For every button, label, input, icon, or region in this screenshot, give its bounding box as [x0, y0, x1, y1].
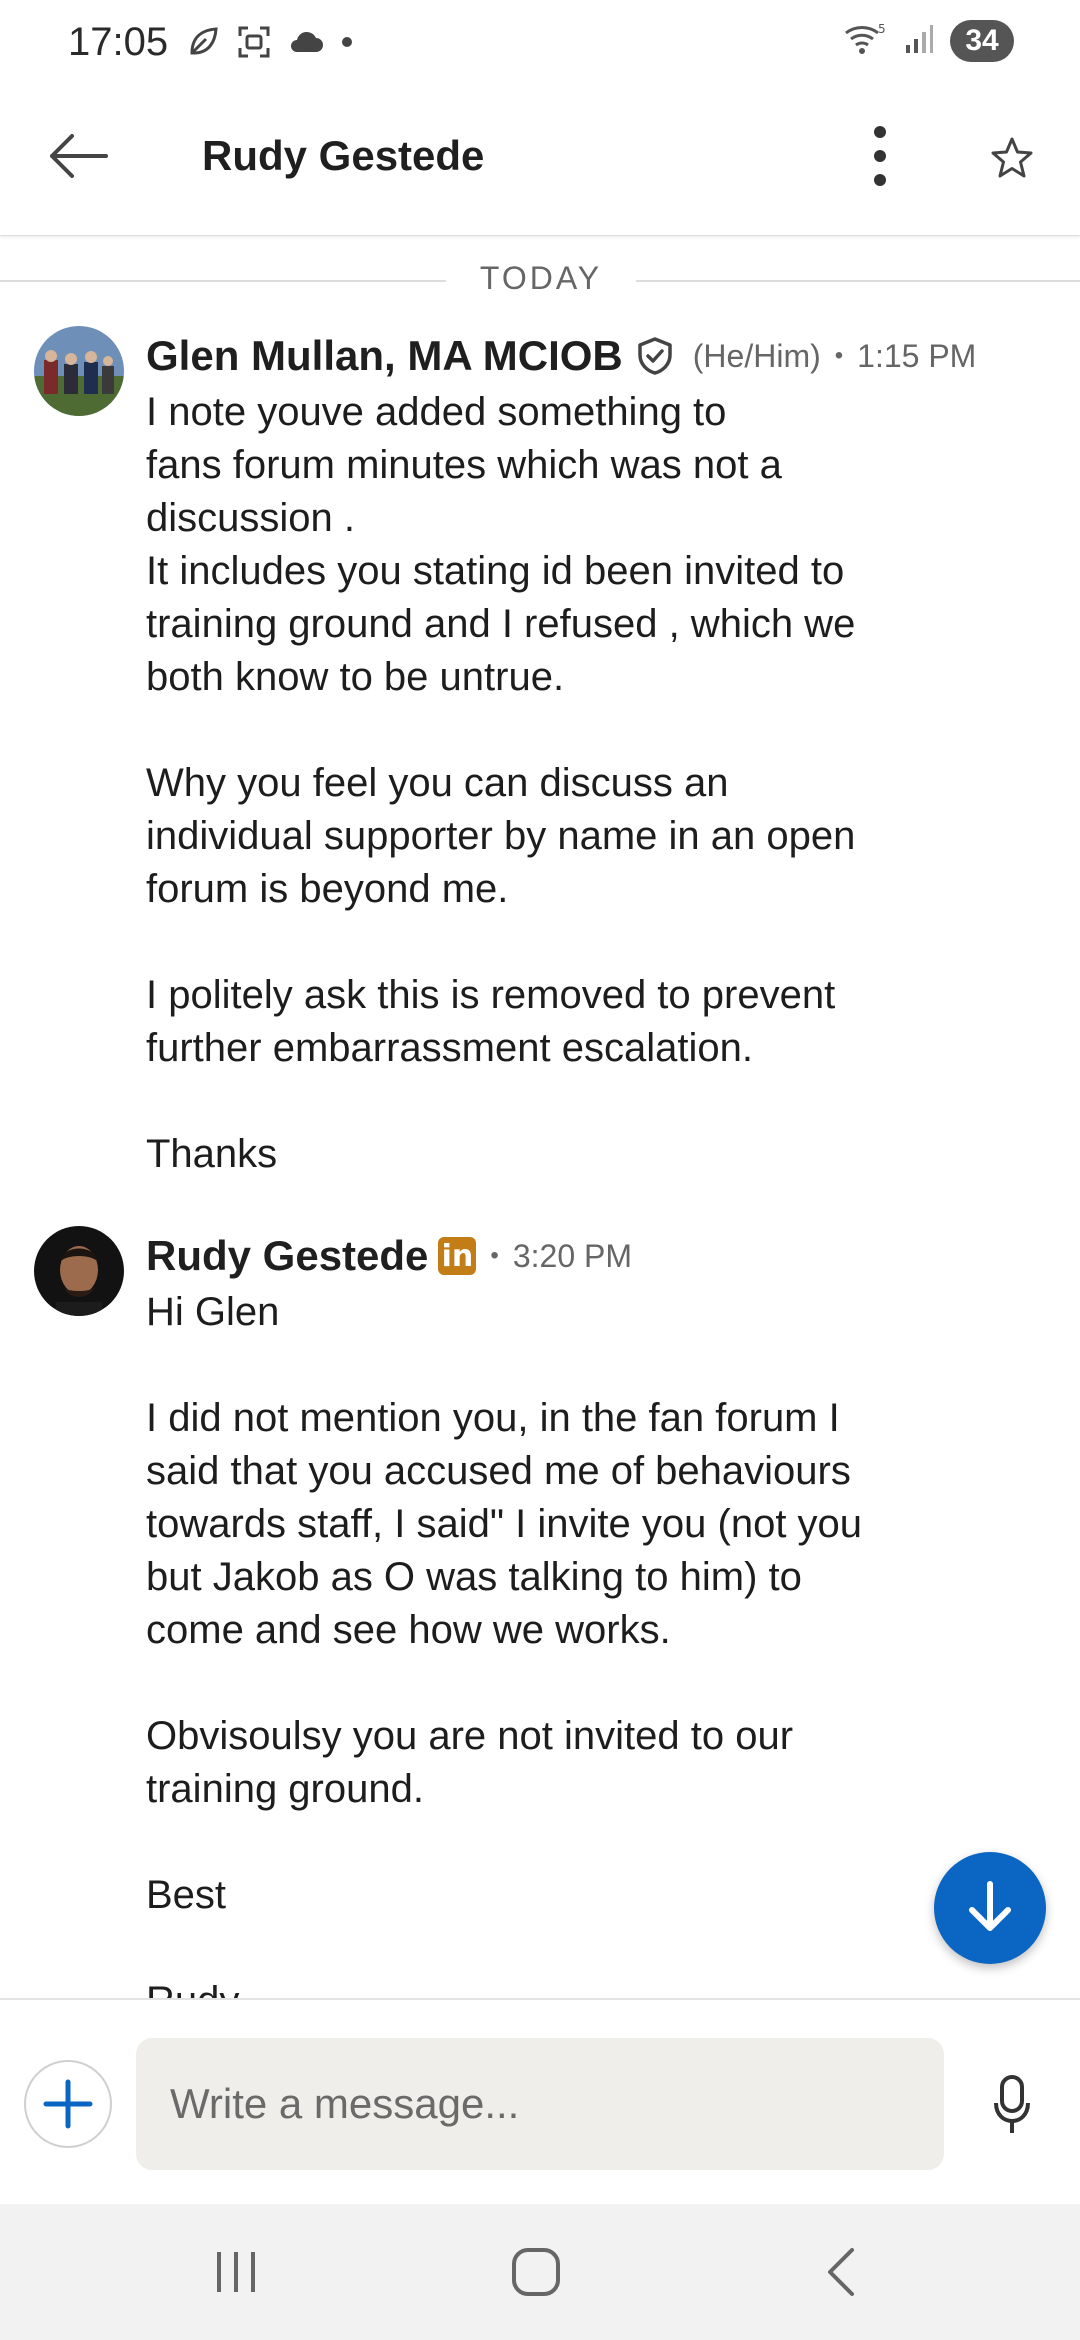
battery-icon: 34 — [950, 20, 1014, 62]
status-bar: 17:05 5 34 — [0, 0, 1080, 84]
avatar[interactable] — [34, 1226, 124, 1316]
signal-icon — [904, 23, 934, 60]
message-text: Hi Glen I did not mention you, in the fa… — [146, 1290, 863, 1998]
nav-back-button[interactable] — [790, 2234, 890, 2310]
dot-icon — [340, 35, 354, 54]
message-time: 3:20 PM — [512, 1237, 632, 1274]
scroll-to-bottom-button[interactable] — [934, 1852, 1046, 1964]
system-nav-bar — [0, 2204, 1080, 2340]
pronouns: (He/Him) — [692, 337, 821, 374]
add-attachment-button[interactable] — [24, 2060, 112, 2148]
svg-text:5: 5 — [878, 22, 886, 36]
cloud-icon — [288, 28, 324, 61]
divider-line — [0, 280, 446, 282]
back-arrow-icon — [50, 134, 108, 178]
voice-message-button[interactable] — [984, 2070, 1040, 2140]
divider-line — [636, 280, 1080, 282]
date-divider: TODAY — [0, 248, 1080, 298]
sender-name[interactable]: Rudy Gestede — [146, 1232, 428, 1280]
conversation-thread[interactable]: TODAY Glen Mullan, MA MCIOB (He/Him) • 1… — [0, 236, 1080, 1998]
message-text: I note youve added something to fans for… — [146, 390, 856, 1176]
arrow-down-icon — [969, 1881, 1011, 1931]
sender-name[interactable]: Glen Mullan, MA MCIOB — [146, 332, 623, 380]
star-button[interactable] — [980, 126, 1044, 190]
wifi-icon: 5 — [842, 21, 888, 62]
linkedin-premium-icon: in — [438, 1237, 477, 1275]
shield-check-icon — [635, 336, 675, 376]
message-composer — [0, 1998, 1080, 2204]
home-button[interactable] — [486, 2234, 586, 2310]
message-input[interactable] — [136, 2038, 944, 2170]
message-header: Rudy Gestede in • 3:20 PM — [146, 1226, 632, 1286]
status-time: 17:05 — [68, 20, 169, 64]
home-icon — [512, 2248, 560, 2296]
screenshot-icon — [236, 24, 272, 65]
more-options-button[interactable] — [852, 116, 908, 196]
recents-icon — [217, 2252, 255, 2292]
message-header: Glen Mullan, MA MCIOB (He/Him) • 1:15 PM — [146, 326, 976, 386]
status-icons-left — [186, 24, 354, 65]
date-label: TODAY — [479, 260, 603, 296]
back-icon — [828, 2248, 854, 2296]
avatar[interactable] — [34, 326, 124, 416]
separator-dot: • — [490, 1242, 499, 1269]
star-icon — [991, 137, 1033, 178]
leaf-icon — [186, 25, 220, 64]
recents-button[interactable] — [186, 2234, 286, 2310]
more-vertical-icon — [874, 126, 886, 186]
microphone-icon — [994, 2075, 1030, 2133]
conversation-header: Rudy Gestede — [0, 84, 1080, 236]
separator-dot: • — [834, 342, 844, 369]
message-time: 1:15 PM — [857, 337, 977, 374]
status-icons-right: 5 34 — [842, 20, 1014, 62]
page-title[interactable]: Rudy Gestede — [202, 132, 484, 180]
back-button[interactable] — [42, 120, 114, 192]
plus-icon — [43, 2079, 93, 2129]
